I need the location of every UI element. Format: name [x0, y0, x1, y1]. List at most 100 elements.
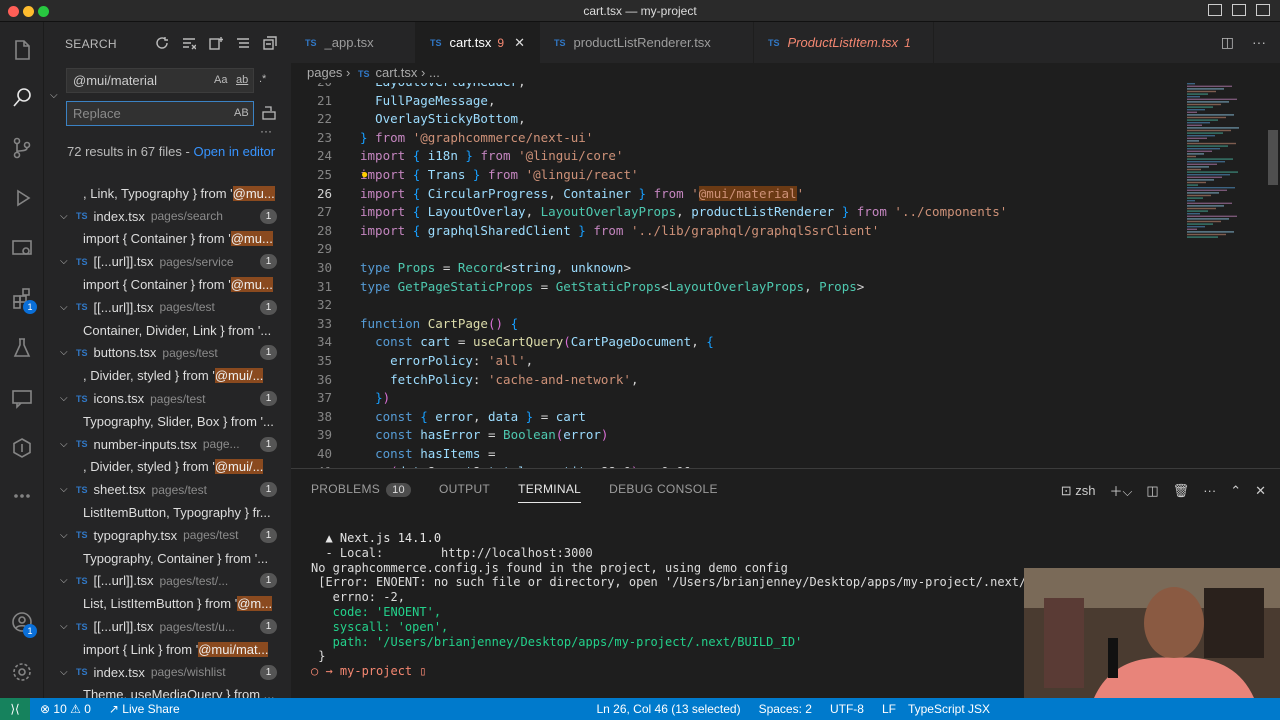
- code-line[interactable]: 30 type Props = Record<string, unknown>: [291, 259, 1181, 278]
- chevron-down-icon[interactable]: ⌵: [60, 575, 70, 586]
- split-editor-icon[interactable]: ◫: [1221, 34, 1234, 51]
- search-icon[interactable]: [6, 82, 38, 114]
- explorer-icon[interactable]: [6, 34, 38, 66]
- result-file-row[interactable]: ⌵ TS index.tsx pages/wishlist 1: [44, 661, 291, 684]
- code-line[interactable]: 32: [291, 296, 1181, 315]
- toggle-replace-chevron-icon[interactable]: ⌵: [50, 90, 58, 101]
- chevron-down-icon[interactable]: ⌵: [60, 484, 70, 495]
- use-regex-toggle[interactable]: .*: [259, 73, 266, 85]
- result-match-row[interactable]: ListItemButton, Typography } fr...: [44, 501, 291, 524]
- more-actions-icon[interactable]: ···: [1203, 483, 1216, 498]
- result-match-row[interactable]: , Link, Typography } from ' @mu...: [44, 182, 291, 205]
- code-editor[interactable]: 20 LayoutOverlayHeader,21 FullPageMessag…: [291, 83, 1181, 468]
- code-line[interactable]: 37 }): [291, 389, 1181, 408]
- breadcrumb-folder[interactable]: pages: [307, 65, 342, 80]
- result-match-row[interactable]: , Divider, styled } from ' @mui/...: [44, 364, 291, 387]
- cursor-position[interactable]: Ln 26, Col 46 (13 selected): [596, 702, 740, 716]
- comments-icon[interactable]: [6, 382, 38, 414]
- settings-gear-icon[interactable]: [6, 656, 38, 688]
- code-line[interactable]: 27 import { LayoutOverlay, LayoutOverlayP…: [291, 203, 1181, 222]
- refresh-icon[interactable]: [153, 34, 171, 52]
- remote-indicator-icon[interactable]: ⟩⟨: [0, 698, 30, 720]
- minimize-window-button[interactable]: [23, 6, 34, 17]
- graphql-icon[interactable]: [6, 432, 38, 464]
- tab-product-list-renderer[interactable]: TS productListRenderer.tsx: [540, 22, 754, 63]
- lightbulb-icon[interactable]: ●: [361, 167, 368, 181]
- result-match-row[interactable]: import { Container } from ' @mu...: [44, 273, 291, 296]
- code-line[interactable]: 25 import { Trans } from '@lingui/react': [291, 166, 1181, 185]
- chevron-down-icon[interactable]: ⌵: [60, 393, 70, 404]
- chevron-down-icon[interactable]: ⌵: [60, 347, 70, 358]
- match-whole-word-toggle[interactable]: ab: [236, 74, 248, 86]
- result-file-row[interactable]: ⌵ TS [[...url]].tsx pages/test 1: [44, 296, 291, 319]
- view-as-tree-icon[interactable]: [234, 34, 252, 52]
- code-line[interactable]: 29: [291, 240, 1181, 259]
- result-match-row[interactable]: , Divider, styled } from ' @mui/...: [44, 456, 291, 479]
- code-line[interactable]: 24 import { i18n } from '@lingui/core': [291, 147, 1181, 166]
- toggle-sidebar-icon[interactable]: [1208, 4, 1222, 16]
- match-case-toggle[interactable]: Aa: [214, 74, 227, 86]
- tab-product-list-item[interactable]: TS ProductListItem.tsx 1: [754, 22, 934, 63]
- code-line[interactable]: 22 OverlayStickyBottom,: [291, 110, 1181, 129]
- preserve-case-toggle[interactable]: AB: [234, 107, 249, 119]
- code-line[interactable]: 20 LayoutOverlayHeader,: [291, 83, 1181, 92]
- code-line[interactable]: 40 const hasItems =: [291, 445, 1181, 464]
- code-line[interactable]: 28 import { graphqlSharedClient } from '.…: [291, 222, 1181, 241]
- toggle-search-details-icon[interactable]: ···: [260, 124, 272, 138]
- result-file-row[interactable]: ⌵ TS [[...url]].tsx pages/test/... 1: [44, 570, 291, 593]
- result-match-row[interactable]: import { Link } from ' @mui/mat...: [44, 638, 291, 661]
- editor-scrollbar[interactable]: [1268, 130, 1278, 185]
- terminal-shell-selector[interactable]: ⊡ zsh: [1061, 483, 1096, 499]
- chevron-down-icon[interactable]: ⌵: [60, 530, 70, 541]
- code-line[interactable]: 35 errorPolicy: 'all',: [291, 352, 1181, 371]
- source-control-icon[interactable]: [6, 132, 38, 164]
- chevron-down-icon[interactable]: ⌵: [60, 621, 70, 632]
- close-window-button[interactable]: [8, 6, 19, 17]
- split-terminal-icon[interactable]: ◫: [1146, 483, 1158, 499]
- accounts-icon[interactable]: 1: [6, 606, 38, 638]
- panel-tab-problems[interactable]: PROBLEMS 10: [311, 482, 411, 497]
- result-match-row[interactable]: Typography, Container } from '...: [44, 547, 291, 570]
- new-terminal-icon[interactable]: ＋⌵: [1110, 481, 1133, 500]
- code-line[interactable]: 34 const cart = useCartQuery(CartPageDoc…: [291, 333, 1181, 352]
- code-line[interactable]: 26 import { CircularProgress, Container }…: [291, 185, 1181, 204]
- result-file-row[interactable]: ⌵ TS sheet.tsx pages/test 1: [44, 478, 291, 501]
- problems-indicator[interactable]: ⊗ 10 ⚠ 0: [40, 702, 91, 716]
- open-in-editor-link[interactable]: Open in editor: [193, 144, 275, 159]
- maximize-panel-icon[interactable]: ⌃: [1230, 483, 1241, 499]
- kill-terminal-icon[interactable]: 🗑: [1173, 483, 1190, 499]
- panel-tab-output[interactable]: OUTPUT: [439, 482, 490, 496]
- result-file-row[interactable]: ⌵ TS icons.tsx pages/test 1: [44, 387, 291, 410]
- replace-all-icon[interactable]: [262, 106, 276, 123]
- close-tab-icon[interactable]: ✕: [514, 35, 525, 51]
- new-search-editor-icon[interactable]: [207, 34, 225, 52]
- code-line[interactable]: 38 const { error, data } = cart: [291, 408, 1181, 427]
- result-file-row[interactable]: ⌵ TS number-inputs.tsx page... 1: [44, 433, 291, 456]
- code-line[interactable]: 21 FullPageMessage,: [291, 92, 1181, 111]
- result-match-row[interactable]: import { Container } from ' @mu...: [44, 228, 291, 251]
- indentation[interactable]: Spaces: 2: [759, 702, 812, 716]
- panel-tab-debug-console[interactable]: DEBUG CONSOLE: [609, 482, 718, 496]
- more-icon[interactable]: [6, 480, 38, 512]
- result-file-row[interactable]: ⌵ TS buttons.tsx pages/test 1: [44, 342, 291, 365]
- tab-cart[interactable]: TS cart.tsx 9 ✕: [416, 22, 540, 63]
- result-match-row[interactable]: Theme, useMediaQuery } from ...: [44, 684, 291, 698]
- run-debug-icon[interactable]: [6, 182, 38, 214]
- end-of-line[interactable]: LF: [882, 702, 896, 716]
- breadcrumb-file[interactable]: cart.tsx: [376, 65, 418, 80]
- customize-layout-icon[interactable]: [1256, 4, 1270, 16]
- chevron-down-icon[interactable]: ⌵: [60, 302, 70, 313]
- result-match-row[interactable]: List, ListItemButton } from ' @m...: [44, 592, 291, 615]
- chevron-down-icon[interactable]: ⌵: [60, 211, 70, 222]
- code-line[interactable]: 39 const hasError = Boolean(error): [291, 426, 1181, 445]
- chevron-down-icon[interactable]: ⌵: [60, 667, 70, 678]
- encoding[interactable]: UTF-8: [830, 702, 864, 716]
- maximize-window-button[interactable]: [38, 6, 49, 17]
- code-line[interactable]: 23} from '@graphcommerce/next-ui': [291, 129, 1181, 148]
- result-file-row[interactable]: ⌵ TS index.tsx pages/search 1: [44, 205, 291, 228]
- toggle-panel-icon[interactable]: [1232, 4, 1246, 16]
- terminal-output[interactable]: ▲ Next.js 14.1.0 - Local: http://localho…: [311, 531, 1033, 679]
- clear-results-icon[interactable]: [180, 34, 198, 52]
- chevron-down-icon[interactable]: ⌵: [60, 256, 70, 267]
- result-file-row[interactable]: ⌵ TS [[...url]].tsx pages/service 1: [44, 250, 291, 273]
